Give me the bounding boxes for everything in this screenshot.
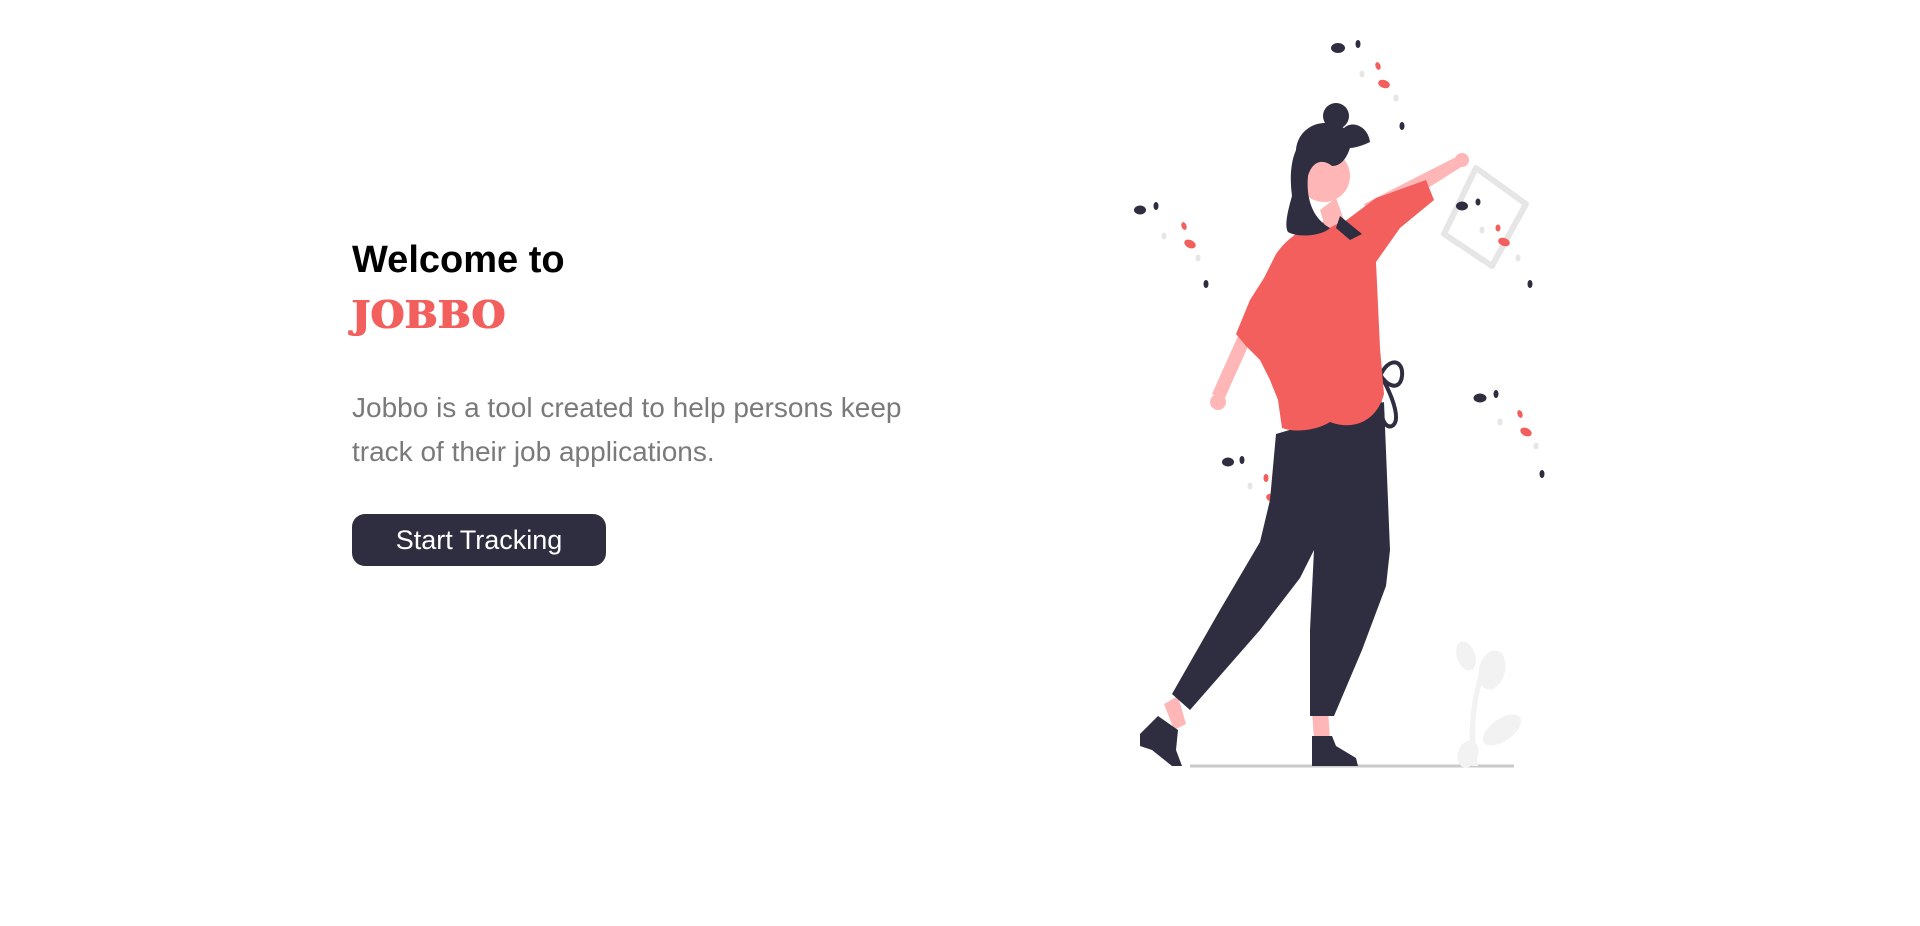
plant-icon: [1456, 641, 1522, 768]
bag-icon: [1441, 165, 1533, 288]
welcome-heading: Welcome to: [352, 239, 565, 281]
hero-section: Welcome to JOBBO Jobbo is a tool created…: [0, 0, 1920, 926]
hero-text-block: Welcome to JOBBO Jobbo is a tool created…: [352, 236, 972, 566]
confetti-left: [1134, 202, 1209, 288]
trousers: [1172, 402, 1390, 716]
brand-name: JOBBO: [352, 292, 507, 337]
shoe-right: [1312, 736, 1358, 766]
woman-dancing-illustration: [1134, 40, 1545, 768]
confetti-right: [1473, 390, 1545, 478]
start-tracking-button[interactable]: Start Tracking: [352, 514, 606, 566]
hero-description: Jobbo is a tool created to help persons …: [352, 392, 902, 467]
